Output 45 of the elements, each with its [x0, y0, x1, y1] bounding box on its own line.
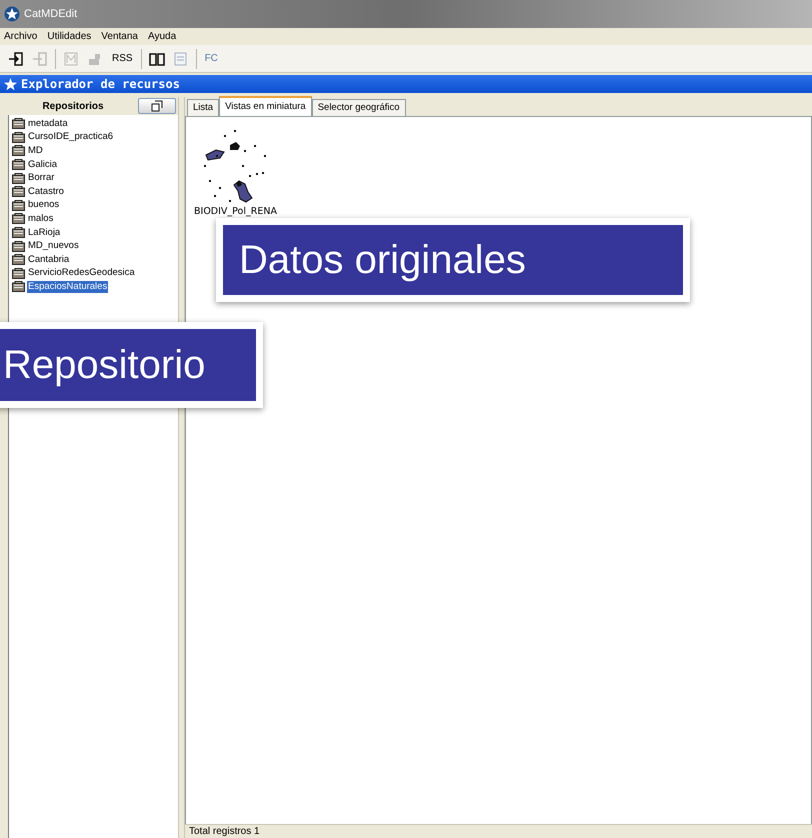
tree-item[interactable]: EspaciosNaturales: [27, 280, 108, 293]
menu-item[interactable]: Ayuda: [148, 29, 176, 44]
tree-item[interactable]: Catastro: [27, 186, 65, 198]
drawer-icon: [12, 132, 25, 143]
window-title: CatMDEdit: [24, 6, 78, 22]
drawer-icon: [12, 186, 25, 198]
tree-item[interactable]: Borrar: [27, 172, 56, 184]
drawer-icon: [12, 227, 25, 238]
drawer-icon: [12, 254, 25, 266]
tab[interactable]: Vistas en miniatura: [219, 96, 312, 116]
drawer-icon: [12, 118, 25, 130]
drawer-icon: [12, 200, 25, 211]
star-icon: [4, 6, 20, 22]
tab[interactable]: Selector geográfico: [312, 99, 406, 116]
drawer-icon: [12, 172, 25, 184]
drawer-icon: [12, 281, 25, 292]
menu-item[interactable]: Ventana: [101, 29, 138, 44]
callout-text: Repositorio: [3, 345, 206, 385]
drawer-icon: [12, 240, 25, 252]
tree-item[interactable]: ServicioRedesGeodesica: [27, 267, 136, 280]
star-icon: [4, 78, 17, 90]
tree-item[interactable]: malos: [27, 212, 54, 225]
tree-item[interactable]: LaRioja: [27, 226, 62, 239]
folder-button[interactable]: [138, 98, 176, 114]
menu-item[interactable]: Archivo: [4, 29, 38, 44]
tree-item[interactable]: MD_nuevos: [27, 240, 80, 252]
tree-item[interactable]: Cantabria: [27, 254, 70, 266]
drawer-icon: [12, 268, 25, 279]
drawer-icon: [12, 145, 25, 156]
tree-item[interactable]: CursoIDE_practica6: [27, 131, 114, 144]
drawer-icon: [12, 213, 25, 224]
tree-item[interactable]: metadata: [27, 118, 69, 130]
toolbar-button[interactable]: RSS: [107, 51, 138, 66]
status-text: Total registros 1: [189, 825, 260, 838]
import-icon[interactable]: [8, 50, 24, 66]
tree-item[interactable]: MD: [27, 144, 44, 157]
drawer-icon: [12, 159, 25, 170]
callout-text: Datos originales: [239, 240, 526, 280]
panel-header: Repositorios: [41, 100, 105, 114]
tab[interactable]: Lista: [187, 99, 220, 116]
menu-item[interactable]: Utilidades: [47, 29, 92, 44]
thumbnail-label: BIODIV_Pol_RENA: [194, 205, 277, 219]
tree-item[interactable]: buenos: [27, 199, 60, 212]
frame-title: Explorador de recursos: [21, 76, 180, 93]
tree-item[interactable]: Galicia: [27, 158, 58, 171]
